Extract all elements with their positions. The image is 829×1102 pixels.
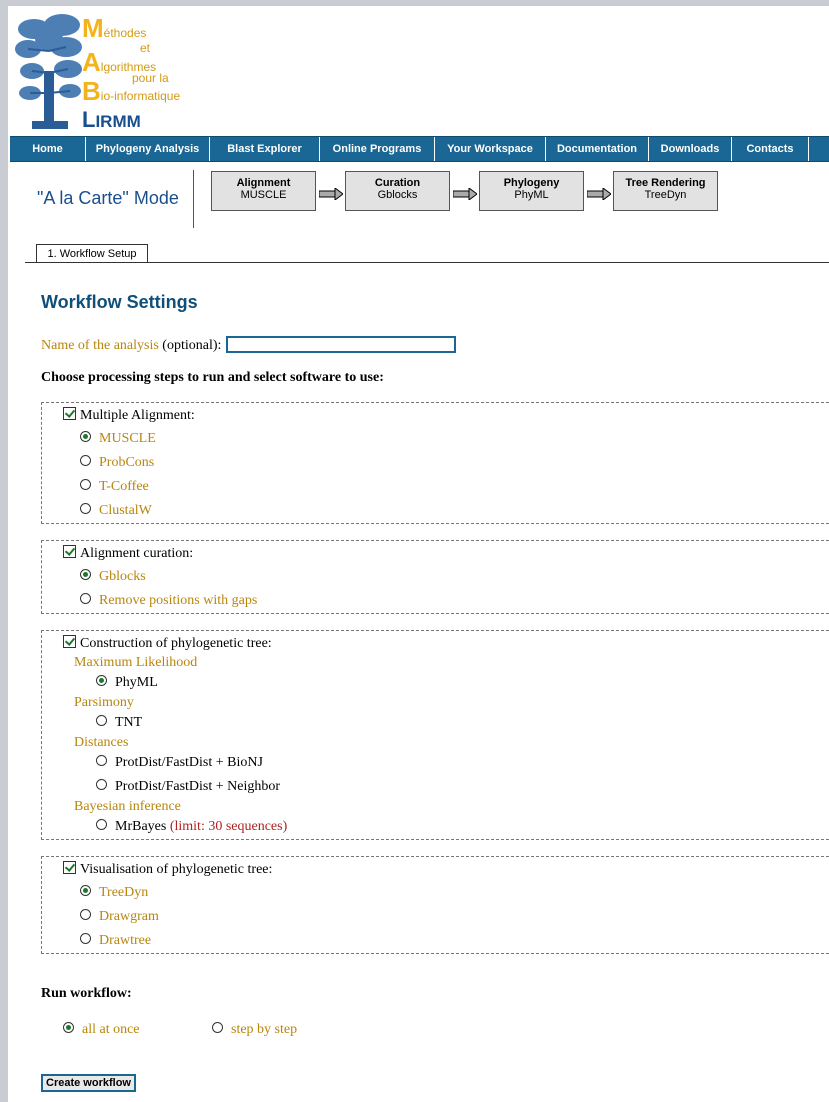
main-nav: Home Phylogeny Analysis Blast Explorer O… xyxy=(10,136,829,162)
tree-logo-icon xyxy=(15,14,82,129)
ml-label: Maximum Likelihood xyxy=(74,655,198,670)
option-treedyn[interactable]: TreeDyn xyxy=(80,885,148,901)
nav-documentation[interactable]: Documentation xyxy=(546,137,649,161)
bayes-label: Bayesian inference xyxy=(74,799,181,814)
tab-workflow-setup[interactable]: 1. Workflow Setup xyxy=(36,244,148,263)
radio-remove-gaps[interactable] xyxy=(80,593,91,604)
mabi-logo[interactable]: Méthodes et Algorithmes pour la Bio-info… xyxy=(14,11,204,133)
option-tcoffee[interactable]: T-Coffee xyxy=(80,479,149,495)
option-muscle[interactable]: MUSCLE xyxy=(80,431,156,447)
visualisation-checkbox[interactable] xyxy=(63,861,76,874)
option-gblocks[interactable]: Gblocks xyxy=(80,569,146,585)
radio-probcons[interactable] xyxy=(80,455,91,466)
divider xyxy=(193,170,194,228)
radio-phyml[interactable] xyxy=(96,675,107,686)
arrow-right-icon xyxy=(587,188,611,200)
option-drawgram[interactable]: Drawgram xyxy=(80,909,159,925)
choose-steps-label: Choose processing steps to run and selec… xyxy=(41,370,384,385)
option-all-at-once[interactable]: all at once xyxy=(63,1022,140,1038)
radio-bionj[interactable] xyxy=(96,755,107,766)
option-phyml[interactable]: PhyML xyxy=(96,675,158,691)
analysis-name-label: Name of the analysis (optional): xyxy=(41,338,222,353)
phylogeny-checkbox[interactable] xyxy=(63,635,76,648)
alignment-checkbox-row[interactable]: Multiple Alignment: xyxy=(63,407,195,424)
step-curation: Curation Gblocks xyxy=(345,171,450,211)
step-alignment: Alignment MUSCLE xyxy=(211,171,316,211)
alignment-checkbox[interactable] xyxy=(63,407,76,420)
option-neighbor[interactable]: ProtDist/FastDist + Neighbor xyxy=(96,779,280,795)
radio-drawtree[interactable] xyxy=(80,933,91,944)
option-mrbayes[interactable]: MrBayes (limit: 30 sequences) xyxy=(96,819,287,835)
curation-checkbox-row[interactable]: Alignment curation: xyxy=(63,545,193,562)
visualisation-checkbox-row[interactable]: Visualisation of phylogenetic tree: xyxy=(63,861,272,878)
arrow-right-icon xyxy=(319,188,343,200)
nav-home[interactable]: Home xyxy=(10,137,86,161)
option-tnt[interactable]: TNT xyxy=(96,715,142,731)
curation-checkbox[interactable] xyxy=(63,545,76,558)
nav-phylogeny-analysis[interactable]: Phylogeny Analysis xyxy=(86,137,210,161)
radio-step-by-step[interactable] xyxy=(212,1022,223,1033)
radio-tnt[interactable] xyxy=(96,715,107,726)
radio-clustalw[interactable] xyxy=(80,503,91,514)
nav-online-programs[interactable]: Online Programs xyxy=(320,137,435,161)
nav-blast-explorer[interactable]: Blast Explorer xyxy=(210,137,320,161)
tab-underline xyxy=(25,262,829,263)
distances-label: Distances xyxy=(74,735,129,750)
analysis-name-input[interactable] xyxy=(226,336,456,353)
nav-your-workspace[interactable]: Your Workspace xyxy=(435,137,546,161)
option-bionj[interactable]: ProtDist/FastDist + BioNJ xyxy=(96,755,263,771)
mrbayes-limit-note: (limit: 30 sequences) xyxy=(169,819,288,834)
option-remove-gaps[interactable]: Remove positions with gaps xyxy=(80,593,257,609)
create-workflow-button[interactable]: Create workflow xyxy=(41,1074,136,1092)
step-tree-rendering: Tree Rendering TreeDyn xyxy=(613,171,718,211)
option-probcons[interactable]: ProbCons xyxy=(80,455,154,471)
radio-gblocks[interactable] xyxy=(80,569,91,580)
radio-neighbor[interactable] xyxy=(96,779,107,790)
nav-downloads[interactable]: Downloads xyxy=(649,137,732,161)
step-phylogeny: Phylogeny PhyML xyxy=(479,171,584,211)
radio-drawgram[interactable] xyxy=(80,909,91,920)
run-workflow-label: Run workflow: xyxy=(41,986,132,1001)
radio-treedyn[interactable] xyxy=(80,885,91,896)
option-clustalw[interactable]: ClustalW xyxy=(80,503,152,519)
nav-contacts[interactable]: Contacts xyxy=(732,137,809,161)
mode-title: "A la Carte" Mode xyxy=(37,188,179,208)
radio-tcoffee[interactable] xyxy=(80,479,91,490)
phylogeny-checkbox-row[interactable]: Construction of phylogenetic tree: xyxy=(63,635,272,652)
parsimony-label: Parsimony xyxy=(74,695,134,710)
page-title: Workflow Settings xyxy=(41,292,198,312)
option-drawtree[interactable]: Drawtree xyxy=(80,933,151,949)
option-step-by-step[interactable]: step by step xyxy=(212,1022,297,1038)
radio-mrbayes[interactable] xyxy=(96,819,107,830)
page: Méthodes et Algorithmes pour la Bio-info… xyxy=(8,6,829,1102)
radio-muscle[interactable] xyxy=(80,431,91,442)
arrow-right-icon xyxy=(453,188,477,200)
radio-all-at-once[interactable] xyxy=(63,1022,74,1033)
